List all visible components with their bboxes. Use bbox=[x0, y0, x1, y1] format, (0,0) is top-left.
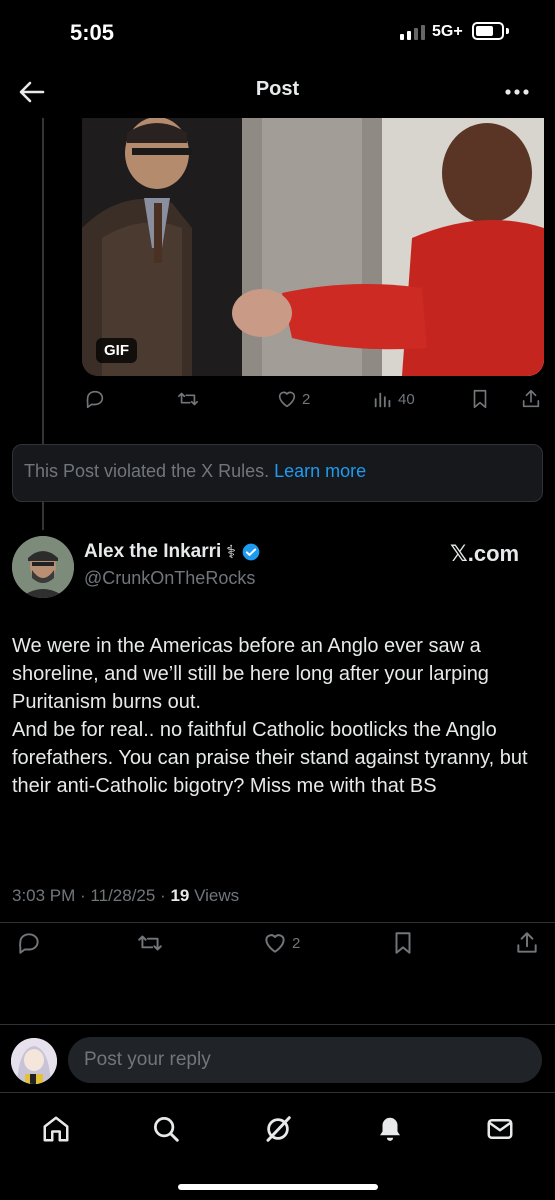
divider bbox=[0, 922, 555, 923]
grok-icon bbox=[266, 1116, 291, 1142]
post-meta: 3:03 PM · 11/28/25 · 19 Views bbox=[12, 886, 239, 906]
repost-button[interactable] bbox=[136, 930, 164, 956]
gif-badge: GIF bbox=[96, 338, 137, 363]
my-avatar[interactable] bbox=[11, 1038, 57, 1084]
nav-header: Post bbox=[0, 64, 555, 118]
like-button[interactable]: 2 bbox=[276, 388, 310, 410]
network-label: 5G+ bbox=[432, 23, 463, 40]
bookmark-button[interactable] bbox=[392, 930, 414, 956]
share-button[interactable] bbox=[520, 388, 542, 410]
reply-icon bbox=[19, 933, 39, 954]
verified-icon bbox=[242, 543, 260, 561]
signal-icon bbox=[400, 24, 425, 40]
reply-input[interactable] bbox=[68, 1037, 542, 1083]
reply-button[interactable] bbox=[16, 930, 42, 956]
like-icon bbox=[278, 391, 296, 408]
page-title: Post bbox=[255, 78, 300, 100]
divider bbox=[0, 1024, 555, 1025]
author-name-row[interactable]: Alex the Inkarri ⚕ bbox=[84, 541, 261, 563]
like-count: 2 bbox=[292, 934, 301, 952]
post-paragraph: And be for real.. no faithful Catholic b… bbox=[12, 719, 528, 797]
source-label: 𝕏.com bbox=[450, 541, 520, 566]
share-icon bbox=[517, 932, 537, 953]
views-count: 19 bbox=[170, 886, 190, 905]
battery-tip bbox=[506, 28, 509, 34]
tab-notifications[interactable] bbox=[370, 1111, 410, 1147]
author-name: Alex the Inkarri bbox=[84, 541, 222, 562]
reply-icon bbox=[86, 390, 104, 409]
post-text: We were in the Americas before an Anglo … bbox=[12, 632, 542, 800]
bookmark-icon bbox=[395, 932, 411, 954]
more-button[interactable] bbox=[499, 74, 535, 110]
author-handle[interactable]: @CrunkOnTheRocks bbox=[84, 568, 255, 589]
like-icon bbox=[265, 934, 285, 953]
views-label: Views bbox=[189, 886, 240, 905]
repost-button[interactable] bbox=[176, 388, 200, 410]
repost-icon bbox=[138, 935, 162, 951]
tab-home[interactable] bbox=[36, 1111, 76, 1147]
tab-search[interactable] bbox=[146, 1111, 186, 1147]
tab-messages[interactable] bbox=[480, 1111, 520, 1147]
gif-image bbox=[82, 118, 544, 376]
home-indicator bbox=[178, 1184, 378, 1190]
views-button[interactable]: 40 bbox=[372, 388, 415, 410]
post-paragraph: We were in the Americas before an Anglo … bbox=[12, 635, 489, 713]
repost-icon bbox=[178, 392, 198, 406]
like-button[interactable]: 2 bbox=[262, 930, 300, 956]
violation-notice: This Post violated the X Rules. Learn mo… bbox=[12, 444, 543, 502]
violation-text: This Post violated the X Rules. bbox=[24, 461, 270, 481]
author-avatar[interactable] bbox=[12, 536, 74, 598]
messages-icon bbox=[487, 1119, 513, 1139]
home-icon bbox=[43, 1116, 69, 1142]
battery-icon bbox=[472, 22, 504, 40]
bookmark-icon bbox=[473, 389, 487, 409]
post-timestamp: 3:03 PM · 11/28/25 · bbox=[12, 886, 171, 905]
gif-media[interactable]: GIF bbox=[82, 118, 544, 376]
like-count: 2 bbox=[302, 390, 311, 408]
status-bar: 5:05 5G+ bbox=[0, 0, 555, 64]
reply-button[interactable] bbox=[84, 388, 106, 410]
learn-more-link[interactable]: Learn more bbox=[274, 461, 366, 481]
tab-grok[interactable] bbox=[258, 1111, 298, 1147]
thread-line bbox=[42, 118, 44, 444]
share-button[interactable] bbox=[514, 930, 540, 956]
search-icon bbox=[154, 1117, 179, 1142]
thread-line bbox=[42, 502, 44, 530]
avatar-image bbox=[12, 536, 74, 598]
notifications-icon bbox=[380, 1117, 400, 1141]
name-emoji: ⚕ bbox=[226, 541, 237, 562]
share-icon bbox=[522, 389, 540, 408]
views-icon bbox=[374, 392, 391, 408]
more-icon bbox=[505, 89, 529, 95]
views-count: 40 bbox=[398, 390, 415, 408]
bookmark-button[interactable] bbox=[470, 388, 490, 410]
my-avatar-image bbox=[11, 1038, 57, 1084]
status-time: 5:05 bbox=[70, 20, 115, 45]
